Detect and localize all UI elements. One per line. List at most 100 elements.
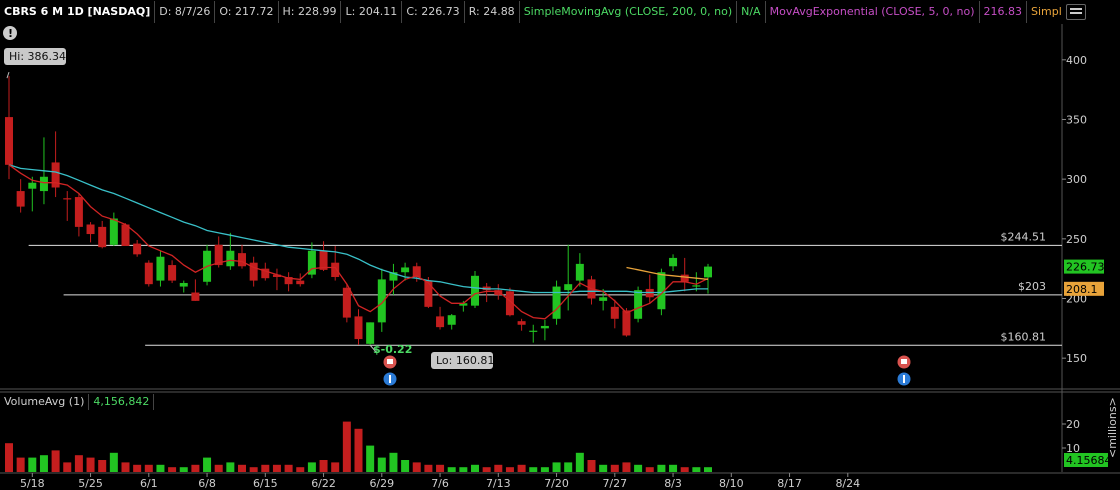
volume-bar[interactable] — [319, 460, 328, 472]
candle[interactable] — [436, 306, 445, 330]
volume-bar[interactable] — [622, 462, 631, 472]
candle[interactable] — [575, 253, 584, 287]
volume-bar[interactable] — [424, 464, 433, 472]
volume-bar[interactable] — [692, 467, 701, 472]
volume-study-label[interactable]: VolumeAvg (1) — [0, 394, 90, 410]
volume-bar[interactable] — [191, 464, 200, 472]
candle[interactable] — [133, 240, 142, 257]
volume-bar[interactable] — [587, 460, 596, 472]
candle[interactable] — [179, 280, 188, 293]
volume-bar[interactable] — [16, 457, 25, 472]
volume-bar[interactable] — [63, 462, 72, 472]
volume-bar[interactable] — [203, 457, 212, 472]
volume-bar[interactable] — [517, 464, 526, 472]
volume-bar[interactable] — [505, 467, 514, 472]
candle[interactable] — [191, 279, 200, 301]
volume-bar[interactable] — [436, 464, 445, 472]
price-chart[interactable]: 150200250300350400$244.51$203$160.81Hi: … — [0, 0, 1120, 490]
candle[interactable] — [529, 324, 538, 343]
candle[interactable] — [471, 271, 479, 309]
volume-bar[interactable] — [133, 464, 142, 472]
candle[interactable] — [249, 256, 258, 287]
candle[interactable] — [28, 176, 37, 212]
volume-bar[interactable] — [401, 460, 410, 472]
volume-bar[interactable] — [272, 464, 281, 472]
volume-bar[interactable] — [28, 457, 37, 472]
candle[interactable] — [284, 272, 293, 292]
volume-bar[interactable] — [529, 467, 538, 472]
candle[interactable] — [144, 260, 153, 287]
candle[interactable] — [459, 300, 468, 312]
candle[interactable] — [564, 244, 573, 311]
candle[interactable] — [51, 131, 60, 198]
candle[interactable] — [680, 257, 689, 292]
volume-bar[interactable] — [307, 462, 316, 472]
volume-bar[interactable] — [610, 464, 619, 472]
candle[interactable] — [307, 242, 316, 279]
candle[interactable] — [98, 220, 107, 249]
volume-bar[interactable] — [249, 467, 258, 472]
volume-bar[interactable] — [552, 462, 561, 472]
candle[interactable] — [238, 244, 246, 269]
volume-bar[interactable] — [261, 464, 270, 472]
volume-bar[interactable] — [599, 464, 608, 472]
volume-bar[interactable] — [284, 464, 293, 472]
volume-bar[interactable] — [540, 467, 549, 472]
candle[interactable] — [5, 76, 13, 180]
volume-bar[interactable] — [669, 464, 678, 472]
volume-bar[interactable] — [482, 467, 491, 472]
candle[interactable] — [389, 263, 398, 295]
candle[interactable] — [16, 179, 25, 213]
candle[interactable] — [669, 254, 678, 272]
candle[interactable] — [168, 260, 177, 283]
candle[interactable] — [645, 274, 654, 304]
volume-bar[interactable] — [634, 464, 643, 472]
volume-bar[interactable] — [575, 452, 584, 472]
volume-bar[interactable] — [459, 467, 468, 472]
candle[interactable] — [63, 191, 72, 221]
candle[interactable] — [86, 222, 95, 243]
volume-bar[interactable] — [366, 445, 375, 472]
volume-bar[interactable] — [121, 462, 130, 472]
volume-bar[interactable] — [168, 467, 177, 472]
volume-bar[interactable] — [156, 464, 165, 472]
volume-bar[interactable] — [494, 464, 503, 472]
volume-bar[interactable] — [238, 464, 246, 472]
volume-bar[interactable] — [98, 460, 107, 472]
candle[interactable] — [552, 280, 561, 325]
volume-bar[interactable] — [39, 455, 48, 472]
volume-bar[interactable] — [412, 462, 421, 472]
candle[interactable] — [156, 250, 165, 287]
candle[interactable] — [540, 319, 549, 341]
volume-bar[interactable] — [564, 462, 573, 472]
volume-bar[interactable] — [342, 421, 351, 472]
volume-bar[interactable] — [447, 467, 456, 472]
volume-bar[interactable] — [680, 467, 689, 472]
volume-bar[interactable] — [179, 467, 188, 472]
volume-bar[interactable] — [645, 467, 654, 472]
candle[interactable] — [447, 314, 456, 330]
volume-bar[interactable] — [74, 455, 83, 472]
volume-bar[interactable] — [109, 452, 118, 472]
candle[interactable] — [74, 193, 83, 237]
candle[interactable] — [226, 232, 235, 270]
volume-bar[interactable] — [144, 464, 153, 472]
candle[interactable] — [517, 318, 526, 331]
candle[interactable] — [109, 212, 118, 246]
volume-bar[interactable] — [389, 452, 398, 472]
candle[interactable] — [354, 309, 363, 346]
candle[interactable] — [272, 268, 281, 291]
volume-bar[interactable] — [657, 464, 666, 472]
volume-bar[interactable] — [331, 462, 340, 472]
volume-bar[interactable] — [296, 467, 305, 472]
volume-bar[interactable] — [471, 464, 479, 472]
candle[interactable] — [505, 287, 514, 317]
volume-bar[interactable] — [214, 464, 223, 472]
volume-bar[interactable] — [51, 450, 60, 472]
volume-bar[interactable] — [377, 457, 386, 472]
volume-bar[interactable] — [354, 428, 363, 472]
volume-bar[interactable] — [5, 443, 13, 472]
candle[interactable] — [366, 322, 375, 346]
volume-bar[interactable] — [226, 462, 235, 472]
volume-bar[interactable] — [704, 467, 712, 472]
